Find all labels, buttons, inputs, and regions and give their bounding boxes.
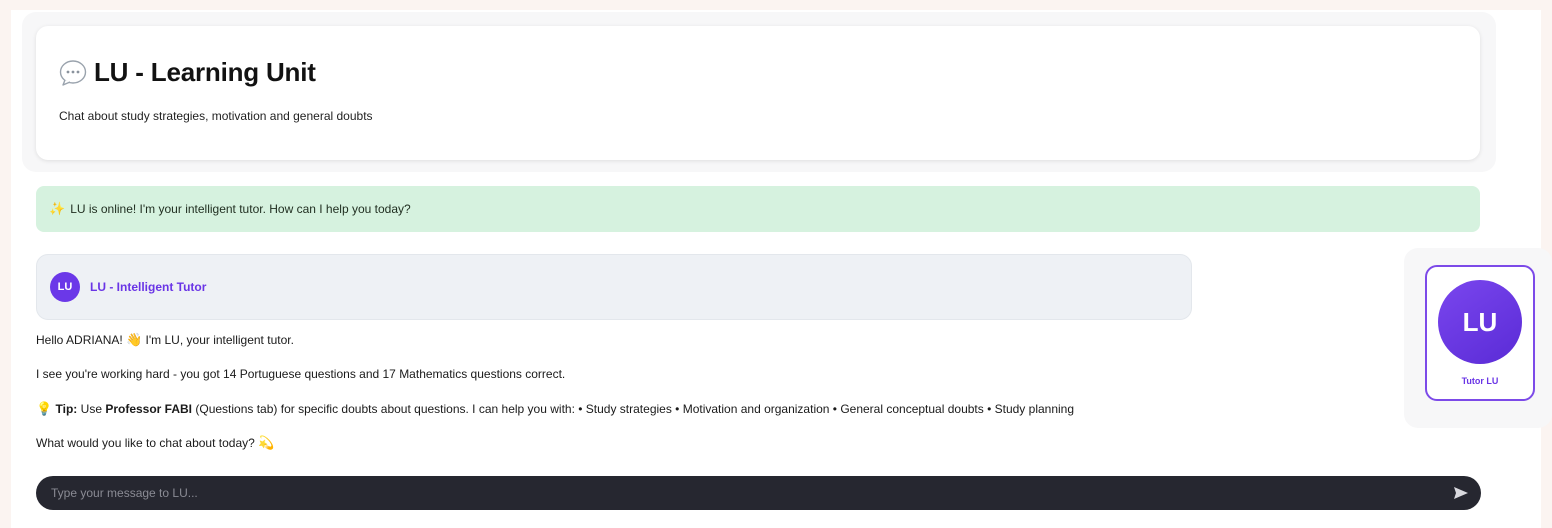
message-greeting: Hello ADRIANA! 👋 I'm LU, your intelligen… <box>36 332 294 348</box>
avatar: LU <box>50 272 80 302</box>
title-row: LU - Learning Unit <box>59 57 316 88</box>
page-subtitle: Chat about study strategies, motivation … <box>59 109 373 123</box>
greeting-text-start: Hello ADRIANA! <box>36 333 127 347</box>
page-title: LU - Learning Unit <box>94 57 316 87</box>
chat-input-bar <box>36 476 1481 510</box>
message-tip: 💡 Tip: Use Professor FABI (Questions tab… <box>36 401 1074 417</box>
tip-use: Use <box>77 402 106 416</box>
chat-input[interactable] <box>36 476 1441 510</box>
message-progress: I see you're working hard - you got 14 P… <box>36 367 566 381</box>
speech-bubble-icon <box>59 59 87 86</box>
sparkles-icon: ✨ <box>49 201 66 216</box>
tutor-name: LU - Intelligent Tutor <box>90 280 207 294</box>
lightbulb-icon: 💡 <box>36 401 53 416</box>
waving-hand-icon: 👋 <box>126 332 143 347</box>
send-icon <box>1454 487 1468 499</box>
dizzy-icon: 💫 <box>258 435 275 450</box>
closing-text: What would you like to chat about today? <box>36 436 259 450</box>
send-button[interactable] <box>1441 476 1481 510</box>
message-closing: What would you like to chat about today?… <box>36 435 274 451</box>
tip-professor: Professor FABI <box>105 402 193 416</box>
status-alert: ✨ LU is online! I'm your intelligent tut… <box>36 186 1480 232</box>
tutor-card-label: Tutor LU <box>1461 376 1499 386</box>
tutor-message-header: LU LU - Intelligent Tutor <box>36 254 1192 320</box>
header-card: LU - Learning Unit Chat about study stra… <box>36 26 1480 160</box>
tip-label: Tip: <box>55 402 78 416</box>
tip-text: (Questions tab) for specific doubts abou… <box>192 402 1075 416</box>
greeting-text-end: I'm LU, your intelligent tutor. <box>142 333 294 347</box>
status-text: LU is online! I'm your intelligent tutor… <box>70 202 411 216</box>
tutor-avatar-large: LU <box>1438 280 1522 364</box>
tutor-card[interactable]: LU Tutor LU <box>1425 265 1535 401</box>
